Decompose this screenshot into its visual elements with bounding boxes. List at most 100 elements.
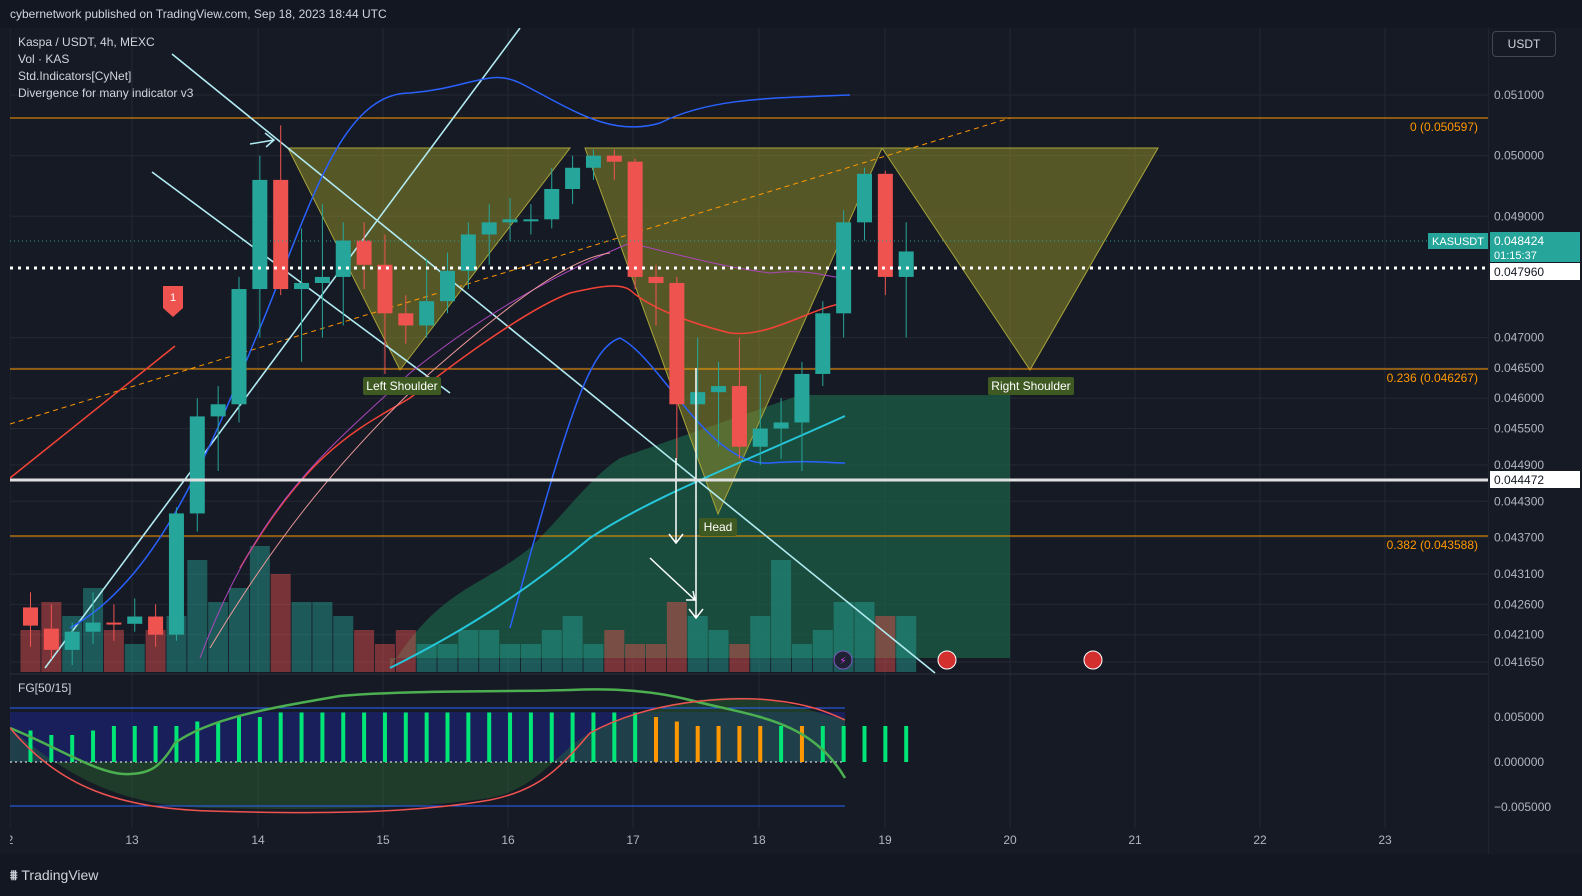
oscillator-bar bbox=[695, 726, 700, 762]
oscillator-bar bbox=[654, 717, 658, 762]
candle bbox=[252, 155, 268, 338]
dotted-level-box: 0.047960 bbox=[1494, 265, 1544, 279]
oscillator-bar bbox=[549, 712, 554, 762]
oscillator-bar bbox=[716, 726, 721, 762]
x-tick-label: 21 bbox=[1128, 833, 1142, 847]
oscillator-bar bbox=[528, 712, 533, 762]
candle-body bbox=[356, 240, 372, 265]
volume-bar bbox=[875, 616, 896, 672]
arrow-top bbox=[249, 132, 276, 148]
price-tick-label: 0.051000 bbox=[1494, 88, 1544, 102]
oscillator-bar bbox=[799, 726, 804, 762]
candle-body bbox=[565, 167, 581, 189]
oscillator-bar bbox=[674, 721, 679, 762]
candle bbox=[565, 155, 581, 205]
oscillator-bar bbox=[883, 726, 888, 762]
volume-bar bbox=[541, 630, 562, 672]
tradingview-logo[interactable]: ⩩ TradingView bbox=[10, 867, 98, 884]
oscillator-tick-label: 0.005000 bbox=[1494, 710, 1544, 724]
oscillator-bar bbox=[111, 726, 116, 762]
candle-body bbox=[648, 276, 664, 283]
oscillator-bar bbox=[195, 721, 200, 762]
right-shoulder-label: Right Shoulder bbox=[991, 379, 1070, 393]
oscillator-bar bbox=[91, 730, 96, 762]
x-tick-label: 19 bbox=[878, 833, 892, 847]
candle-body bbox=[377, 264, 393, 314]
volume-legend: Vol · KAS bbox=[18, 52, 70, 66]
candle-body bbox=[544, 188, 560, 220]
countdown-label: 01:15:37 bbox=[1494, 250, 1537, 262]
candle bbox=[857, 167, 872, 241]
candle bbox=[294, 228, 310, 362]
oscillator-bar bbox=[904, 726, 909, 762]
oscillator-bar bbox=[779, 726, 784, 762]
candle-body bbox=[231, 289, 247, 405]
candle-body bbox=[168, 513, 184, 635]
candle-body bbox=[23, 607, 38, 626]
x-tick-label: 2 bbox=[10, 833, 14, 847]
candle-body bbox=[773, 422, 789, 429]
candle bbox=[127, 598, 143, 632]
candle bbox=[815, 301, 831, 387]
candle-body bbox=[273, 179, 289, 290]
volume-bar bbox=[562, 616, 583, 672]
x-tick-label: 18 bbox=[752, 833, 766, 847]
chart-area[interactable]: Left Shoulder Head Right Shoulder 0 (0.0… bbox=[7, 27, 1488, 854]
right-shoulder-triangle bbox=[881, 147, 1159, 371]
volume-bar bbox=[708, 630, 729, 672]
price-tick-label: 0.042600 bbox=[1494, 597, 1544, 611]
oscillator-bar bbox=[508, 712, 513, 762]
candle-body bbox=[877, 173, 893, 277]
candle-body bbox=[460, 234, 476, 271]
volume-bar bbox=[312, 602, 333, 672]
candle-body bbox=[85, 622, 101, 632]
candle-body bbox=[189, 416, 205, 514]
oscillator-bar bbox=[237, 717, 241, 762]
oscillator-tick-label: −0.005000 bbox=[1494, 800, 1551, 814]
volume-bar bbox=[791, 644, 812, 672]
candle bbox=[168, 507, 184, 641]
candle-body bbox=[106, 622, 122, 625]
candle-body bbox=[419, 301, 435, 326]
oscillator-bar bbox=[278, 712, 283, 762]
uptrend-line bbox=[44, 27, 521, 669]
candle-body bbox=[148, 616, 164, 635]
candle bbox=[273, 125, 289, 296]
candle-body bbox=[43, 628, 59, 650]
oscillator-bar bbox=[299, 712, 304, 762]
price-tick-label: 0.042100 bbox=[1494, 628, 1544, 642]
volume-bar bbox=[333, 616, 354, 672]
support-level-box: 0.044472 bbox=[1494, 473, 1544, 487]
oscillator-bar bbox=[341, 712, 346, 762]
left-shoulder-triangle bbox=[287, 147, 572, 371]
candle-body bbox=[731, 386, 747, 447]
x-tick-label: 16 bbox=[501, 833, 515, 847]
price-tick-label: 0.049000 bbox=[1494, 209, 1544, 223]
price-tick-label: 0.047000 bbox=[1494, 331, 1544, 345]
candle-body bbox=[314, 276, 330, 283]
chart-legend: Kaspa / USDT, 4h, MEXC Vol · KAS Std.Ind… bbox=[18, 34, 193, 102]
oscillator-bar bbox=[633, 712, 638, 762]
oscillator-bar bbox=[424, 712, 429, 762]
x-tick-label: 17 bbox=[626, 833, 640, 847]
candle-body bbox=[857, 173, 872, 223]
volume-bar bbox=[729, 644, 750, 672]
candle-body bbox=[440, 270, 455, 302]
price-tick-label: 0.044900 bbox=[1494, 458, 1544, 472]
candle bbox=[836, 210, 852, 338]
volume-bar bbox=[750, 616, 771, 672]
volume-bar bbox=[249, 546, 270, 672]
candle-body bbox=[252, 179, 268, 290]
price-tick-label: 0.050000 bbox=[1494, 149, 1544, 163]
us-flag-icon bbox=[1083, 650, 1103, 670]
indicator-legend-2: Divergence for many indicator v3 bbox=[18, 86, 194, 100]
oscillator-bar bbox=[403, 712, 408, 762]
oscillator-pane bbox=[9, 688, 909, 814]
volume-bar bbox=[771, 560, 792, 672]
oscillator-tick-label: 0.000000 bbox=[1494, 755, 1544, 769]
x-tick-label: 22 bbox=[1253, 833, 1267, 847]
volume-bar bbox=[520, 644, 541, 672]
x-tick-label: 13 bbox=[125, 833, 139, 847]
ma-red-left bbox=[9, 345, 176, 479]
volume-bar bbox=[583, 644, 604, 672]
